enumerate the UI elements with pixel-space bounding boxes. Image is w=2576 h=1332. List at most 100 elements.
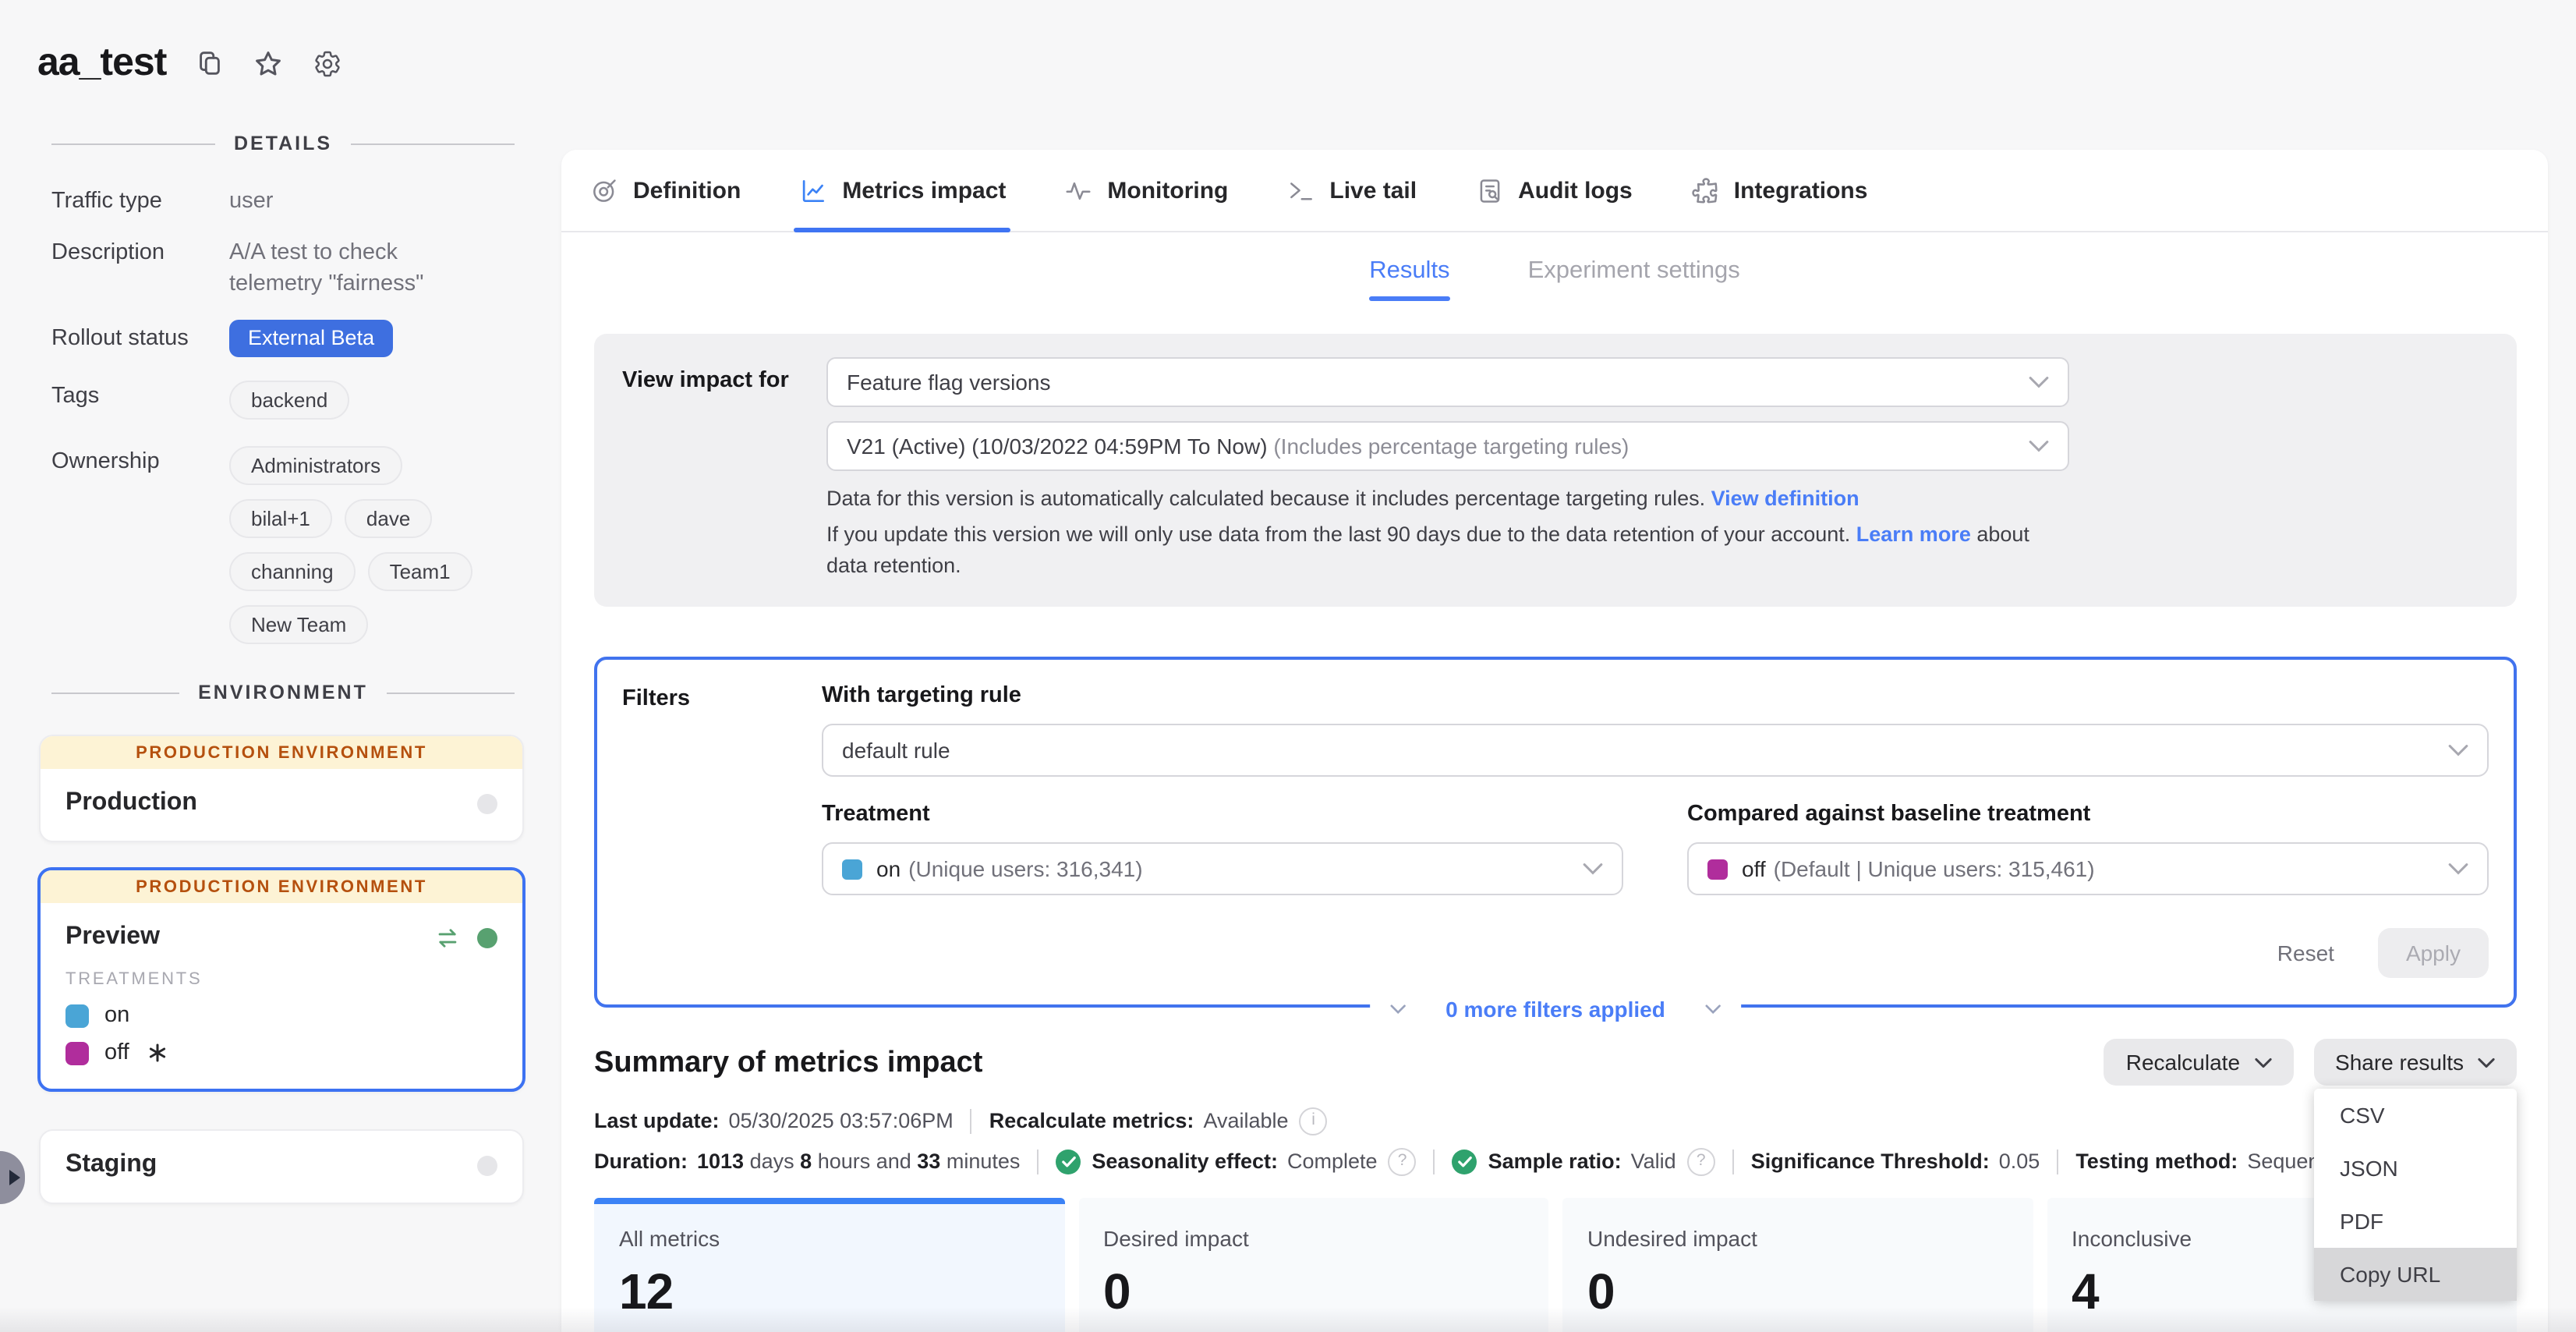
owner-pill[interactable]: Team1 bbox=[368, 552, 472, 591]
swap-arrows-icon[interactable] bbox=[433, 926, 462, 949]
star-icon[interactable] bbox=[252, 48, 283, 79]
testing-method-label: Testing method: bbox=[2075, 1145, 2238, 1178]
menu-item-pdf[interactable]: PDF bbox=[2313, 1195, 2517, 1248]
subtab-results[interactable]: Results bbox=[1369, 257, 1449, 301]
targeting-rule-value: default rule bbox=[842, 738, 2448, 763]
environment-name: Preview bbox=[65, 923, 160, 951]
version-select[interactable]: V21 (Active) (10/03/2022 04:59PM To Now)… bbox=[826, 421, 2069, 471]
traffic-type-value: user bbox=[229, 186, 273, 217]
more-filters-toggle[interactable]: 0 more filters applied bbox=[1369, 997, 1742, 1022]
menu-item-csv[interactable]: CSV bbox=[2313, 1089, 2517, 1142]
owner-pill[interactable]: Administrators bbox=[229, 446, 402, 485]
version-note-line2: If you update this version we will only … bbox=[826, 519, 2069, 582]
significance-value: 0.05 bbox=[1999, 1145, 2040, 1178]
chevron-right-icon bbox=[9, 1170, 19, 1185]
chevron-down-icon bbox=[2448, 863, 2468, 875]
tab-metrics-impact[interactable]: Metrics impact bbox=[798, 150, 1006, 231]
status-dot bbox=[477, 793, 497, 813]
tab-label: Audit logs bbox=[1518, 177, 1633, 204]
scroll-shadow bbox=[0, 1307, 2576, 1332]
menu-item-copy-url[interactable]: Copy URL bbox=[2313, 1248, 2517, 1301]
default-treatment-asterisk-icon bbox=[148, 1043, 167, 1062]
description-row: Description A/A test to check telemetry … bbox=[51, 237, 533, 299]
tag-pill[interactable]: backend bbox=[229, 381, 349, 420]
share-results-label: Share results bbox=[2335, 1050, 2464, 1075]
summary-stats-line2: Duration: 1013 days 8 hours and 33 minut… bbox=[594, 1145, 2517, 1178]
owner-pill[interactable]: New Team bbox=[229, 605, 368, 644]
duration-days-word: days bbox=[744, 1150, 800, 1173]
rollout-status-badge[interactable]: External Beta bbox=[229, 320, 393, 357]
info-icon[interactable]: i bbox=[1300, 1107, 1328, 1135]
view-definition-link[interactable]: View definition bbox=[1711, 487, 1859, 510]
treatment-value: on bbox=[876, 856, 901, 881]
duration-minutes: 33 bbox=[917, 1150, 940, 1173]
treatment-on-label: on bbox=[104, 1003, 129, 1028]
treatment-select[interactable]: on(Unique users: 316,341) bbox=[822, 842, 1623, 895]
owner-pill[interactable]: channing bbox=[229, 552, 356, 591]
environment-card-preview[interactable]: PRODUCTION ENVIRONMENT Preview TREATMENT… bbox=[37, 867, 525, 1092]
impact-type-select[interactable]: Feature flag versions bbox=[826, 357, 2069, 407]
sample-ratio-label: Sample ratio: bbox=[1488, 1145, 1622, 1178]
sub-tab-bar: Results Experiment settings bbox=[561, 257, 2548, 301]
reset-button[interactable]: Reset bbox=[2277, 941, 2334, 965]
baseline-treatment-select[interactable]: off(Default | Unique users: 315,461) bbox=[1687, 842, 2489, 895]
production-environment-banner: PRODUCTION ENVIRONMENT bbox=[41, 736, 522, 769]
line-chart-icon bbox=[798, 175, 828, 205]
owner-pill[interactable]: dave bbox=[345, 499, 432, 538]
impact-type-value: Feature flag versions bbox=[847, 370, 2029, 395]
owner-pill[interactable]: bilal+1 bbox=[229, 499, 332, 538]
details-section: Traffic type user Description A/A test t… bbox=[0, 186, 561, 644]
divider bbox=[1434, 1149, 1435, 1174]
share-results-button[interactable]: Share results bbox=[2313, 1039, 2517, 1086]
tab-integrations[interactable]: Integrations bbox=[1690, 150, 1868, 231]
tags-label: Tags bbox=[51, 381, 229, 412]
filters-label: Filters bbox=[622, 683, 822, 1004]
baseline-detail: (Default | Unique users: 315,461) bbox=[1774, 856, 2095, 881]
card-label: Desired impact bbox=[1103, 1226, 1523, 1251]
card-label: Undesired impact bbox=[1587, 1226, 2008, 1251]
check-circle-icon bbox=[1453, 1149, 1477, 1174]
tab-audit-logs[interactable]: Audit logs bbox=[1474, 150, 1633, 231]
copy-icon[interactable] bbox=[194, 48, 224, 78]
chevron-down-icon bbox=[1583, 863, 1603, 875]
status-dot-active bbox=[477, 927, 497, 948]
summary-title: Summary of metrics impact bbox=[594, 1047, 982, 1081]
menu-item-json[interactable]: JSON bbox=[2313, 1142, 2517, 1195]
divider bbox=[1037, 1149, 1039, 1174]
share-results-menu: CSV JSON PDF Copy URL bbox=[2313, 1089, 2517, 1301]
treatment-on-swatch bbox=[842, 859, 862, 879]
terminal-icon bbox=[1286, 175, 1315, 205]
sidebar: aa_test DETAILS bbox=[0, 0, 561, 1332]
treatment-on-row: on bbox=[65, 1003, 497, 1028]
question-icon[interactable]: ? bbox=[1687, 1147, 1715, 1175]
tab-label: Definition bbox=[633, 177, 741, 204]
apply-button[interactable]: Apply bbox=[2378, 928, 2489, 978]
environment-card-staging[interactable]: Staging bbox=[39, 1129, 524, 1204]
targeting-rule-select[interactable]: default rule bbox=[822, 724, 2489, 777]
recalculate-button[interactable]: Recalculate bbox=[2104, 1039, 2293, 1086]
summary-header-row: Summary of metrics impact Recalculate Sh… bbox=[594, 1039, 2517, 1086]
gear-icon[interactable] bbox=[311, 48, 342, 79]
tab-live-tail[interactable]: Live tail bbox=[1286, 150, 1417, 231]
tab-definition[interactable]: Definition bbox=[589, 150, 741, 231]
chevron-down-icon bbox=[2478, 1057, 2495, 1068]
description-label: Description bbox=[51, 237, 229, 268]
divider bbox=[971, 1108, 972, 1133]
divider bbox=[1732, 1149, 1734, 1174]
duration-hours-word: hours and bbox=[812, 1150, 917, 1173]
targeting-rule-label: With targeting rule bbox=[822, 683, 2489, 708]
learn-more-link[interactable]: Learn more bbox=[1856, 523, 1971, 546]
seasonality-value: Complete bbox=[1287, 1145, 1378, 1178]
view-impact-label: View impact for bbox=[622, 357, 826, 582]
page-title: aa_test bbox=[37, 41, 166, 86]
subtab-experiment-settings[interactable]: Experiment settings bbox=[1528, 257, 1740, 301]
recalculate-label: Recalculate bbox=[2126, 1050, 2240, 1075]
tab-monitoring[interactable]: Monitoring bbox=[1063, 150, 1228, 231]
environment-card-production[interactable]: PRODUCTION ENVIRONMENT Production bbox=[39, 735, 524, 842]
flag-header: aa_test bbox=[0, 0, 561, 86]
environment-divider: ENVIRONMENT bbox=[51, 682, 515, 703]
sample-ratio-value: Valid bbox=[1631, 1145, 1676, 1178]
question-icon[interactable]: ? bbox=[1389, 1147, 1417, 1175]
divider bbox=[2057, 1149, 2058, 1174]
chevron-down-icon bbox=[1706, 1004, 1721, 1014]
